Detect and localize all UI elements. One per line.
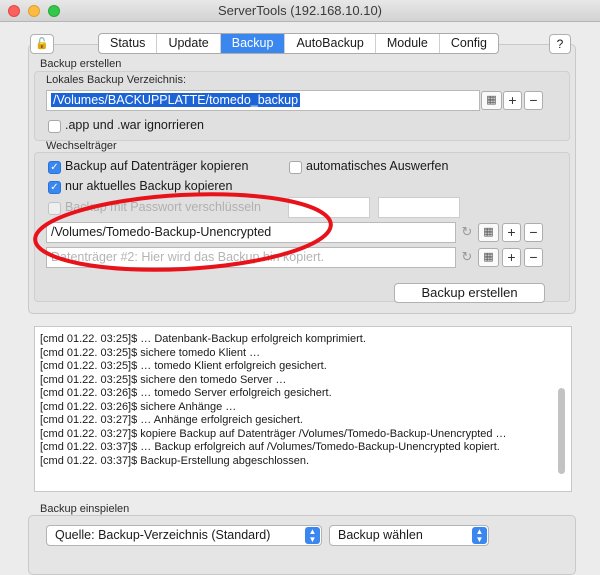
tab-config[interactable]: Config — [440, 34, 498, 53]
backup-create-section-label: Backup erstellen — [40, 58, 122, 70]
log-line: [cmd 01.22. 03:25]$ sichere tomedo Klien… — [40, 346, 261, 359]
auto-eject-checkbox[interactable] — [289, 161, 302, 174]
log-line: [cmd 01.22. 03:27]$ kopiere Backup auf D… — [40, 427, 507, 440]
add-media-1-button[interactable]: + — [502, 223, 521, 242]
media-2-field[interactable]: Datenträger #2: Hier wird das Backup hin… — [46, 247, 456, 268]
restore-source-popup[interactable]: Quelle: Backup-Verzeichnis (Standard) ▲ ▼ — [46, 525, 322, 546]
log-line: [cmd 01.22. 03:37]$ … Backup erfolgreich… — [40, 441, 500, 453]
tab-bar: Status Update Backup AutoBackup Module C… — [98, 33, 500, 54]
add-local-dir-button[interactable]: + — [503, 91, 522, 110]
ignore-app-war-label: .app und .war ignorrieren — [65, 118, 204, 132]
zoom-window-button[interactable] — [48, 5, 60, 17]
lock-icon: 🔓 — [35, 38, 49, 50]
minus-icon: − — [529, 249, 538, 265]
log-line: [cmd 01.22. 03:25]$ … Datenbank-Backup e… — [40, 333, 366, 345]
password-repeat-field[interactable] — [378, 197, 460, 218]
refresh-icon[interactable]: ↻ — [459, 224, 475, 240]
remove-local-dir-button[interactable]: − — [524, 91, 543, 110]
restore-section-label: Backup einspielen — [40, 503, 130, 515]
tab-update[interactable]: Update — [157, 34, 221, 53]
browse-local-dir-button[interactable]: ▦ — [481, 91, 502, 110]
window-title: ServerTools (192.168.10.10) — [217, 3, 383, 18]
remove-media-2-button[interactable]: − — [524, 248, 543, 267]
password-label: Backup mit Passwort verschlüsseln — [65, 200, 261, 214]
folder-icon: ▦ — [483, 226, 494, 238]
media-section-label: Wechselträger — [46, 140, 117, 152]
tab-status[interactable]: Status — [99, 34, 158, 53]
refresh-icon[interactable]: ↻ — [459, 249, 475, 265]
window-titlebar: ServerTools (192.168.10.10) — [0, 0, 600, 22]
help-button[interactable]: ? — [549, 34, 571, 54]
choose-backup-value: Backup wählen — [338, 528, 423, 542]
folder-icon: ▦ — [486, 94, 497, 106]
ignore-app-war-checkbox[interactable] — [48, 120, 61, 133]
lock-button[interactable]: 🔓 — [30, 34, 54, 54]
minus-icon: − — [529, 92, 538, 108]
log-line: [cmd 01.22. 03:26]$ sichere Anhänge … — [40, 400, 237, 413]
add-media-2-button[interactable]: + — [502, 248, 521, 267]
current-only-label: nur aktuelles Backup kopieren — [65, 179, 233, 193]
minimize-window-button[interactable] — [28, 5, 40, 17]
close-window-button[interactable] — [8, 5, 20, 17]
copy-to-media-label: Backup auf Datenträger kopieren — [65, 159, 249, 173]
tab-autobackup[interactable]: AutoBackup — [285, 34, 376, 53]
log-lines: [cmd 01.22. 03:25]$ … Datenbank-Backup e… — [40, 333, 507, 468]
media-2-placeholder: Datenträger #2: Hier wird das Backup hin… — [51, 250, 325, 264]
password-checkbox[interactable] — [48, 202, 61, 215]
tab-backup[interactable]: Backup — [220, 34, 286, 53]
password-field[interactable] — [288, 197, 370, 218]
chevron-updown-icon: ▲ ▼ — [472, 527, 487, 544]
restore-source-value: Quelle: Backup-Verzeichnis (Standard) — [55, 528, 271, 542]
local-dir-field[interactable]: /Volumes/BACKUPPLATTE/tomedo_backup — [46, 90, 480, 111]
plus-icon: + — [507, 224, 516, 240]
plus-icon: + — [508, 92, 517, 108]
media-1-field[interactable]: /Volumes/Tomedo-Backup-Unencrypted — [46, 222, 456, 243]
log-line: [cmd 01.22. 03:37]$ Backup-Erstellung ab… — [40, 454, 310, 467]
choose-backup-popup[interactable]: Backup wählen ▲ ▼ — [329, 525, 489, 546]
local-dir-label: Lokales Backup Verzeichnis: — [46, 74, 187, 86]
plus-icon: + — [507, 249, 516, 265]
copy-to-media-checkbox[interactable]: ✓ — [48, 161, 61, 174]
log-scrollbar[interactable] — [558, 388, 565, 474]
tab-module[interactable]: Module — [376, 34, 440, 53]
auto-eject-label: automatisches Auswerfen — [306, 159, 449, 173]
remove-media-1-button[interactable]: − — [524, 223, 543, 242]
log-line: [cmd 01.22. 03:26]$ … tomedo Server erfo… — [40, 387, 332, 399]
log-line: [cmd 01.22. 03:25]$ … tomedo Klient erfo… — [40, 360, 327, 372]
current-only-checkbox[interactable]: ✓ — [48, 181, 61, 194]
local-dir-value: /Volumes/BACKUPPLATTE/tomedo_backup — [51, 93, 301, 107]
folder-icon: ▦ — [483, 251, 494, 263]
create-backup-button[interactable]: Backup erstellen — [394, 283, 545, 303]
minus-icon: − — [529, 224, 538, 240]
log-line: [cmd 01.22. 03:27]$ … Anhänge erfolgreic… — [40, 414, 303, 426]
media-1-value: /Volumes/Tomedo-Backup-Unencrypted — [51, 225, 272, 239]
chevron-updown-icon: ▲ ▼ — [305, 527, 320, 544]
browse-media-1-button[interactable]: ▦ — [478, 223, 499, 242]
browse-media-2-button[interactable]: ▦ — [478, 248, 499, 267]
log-line: [cmd 01.22. 03:25]$ sichere den tomedo S… — [40, 373, 287, 386]
log-view[interactable]: [cmd 01.22. 03:25]$ … Datenbank-Backup e… — [34, 326, 572, 492]
